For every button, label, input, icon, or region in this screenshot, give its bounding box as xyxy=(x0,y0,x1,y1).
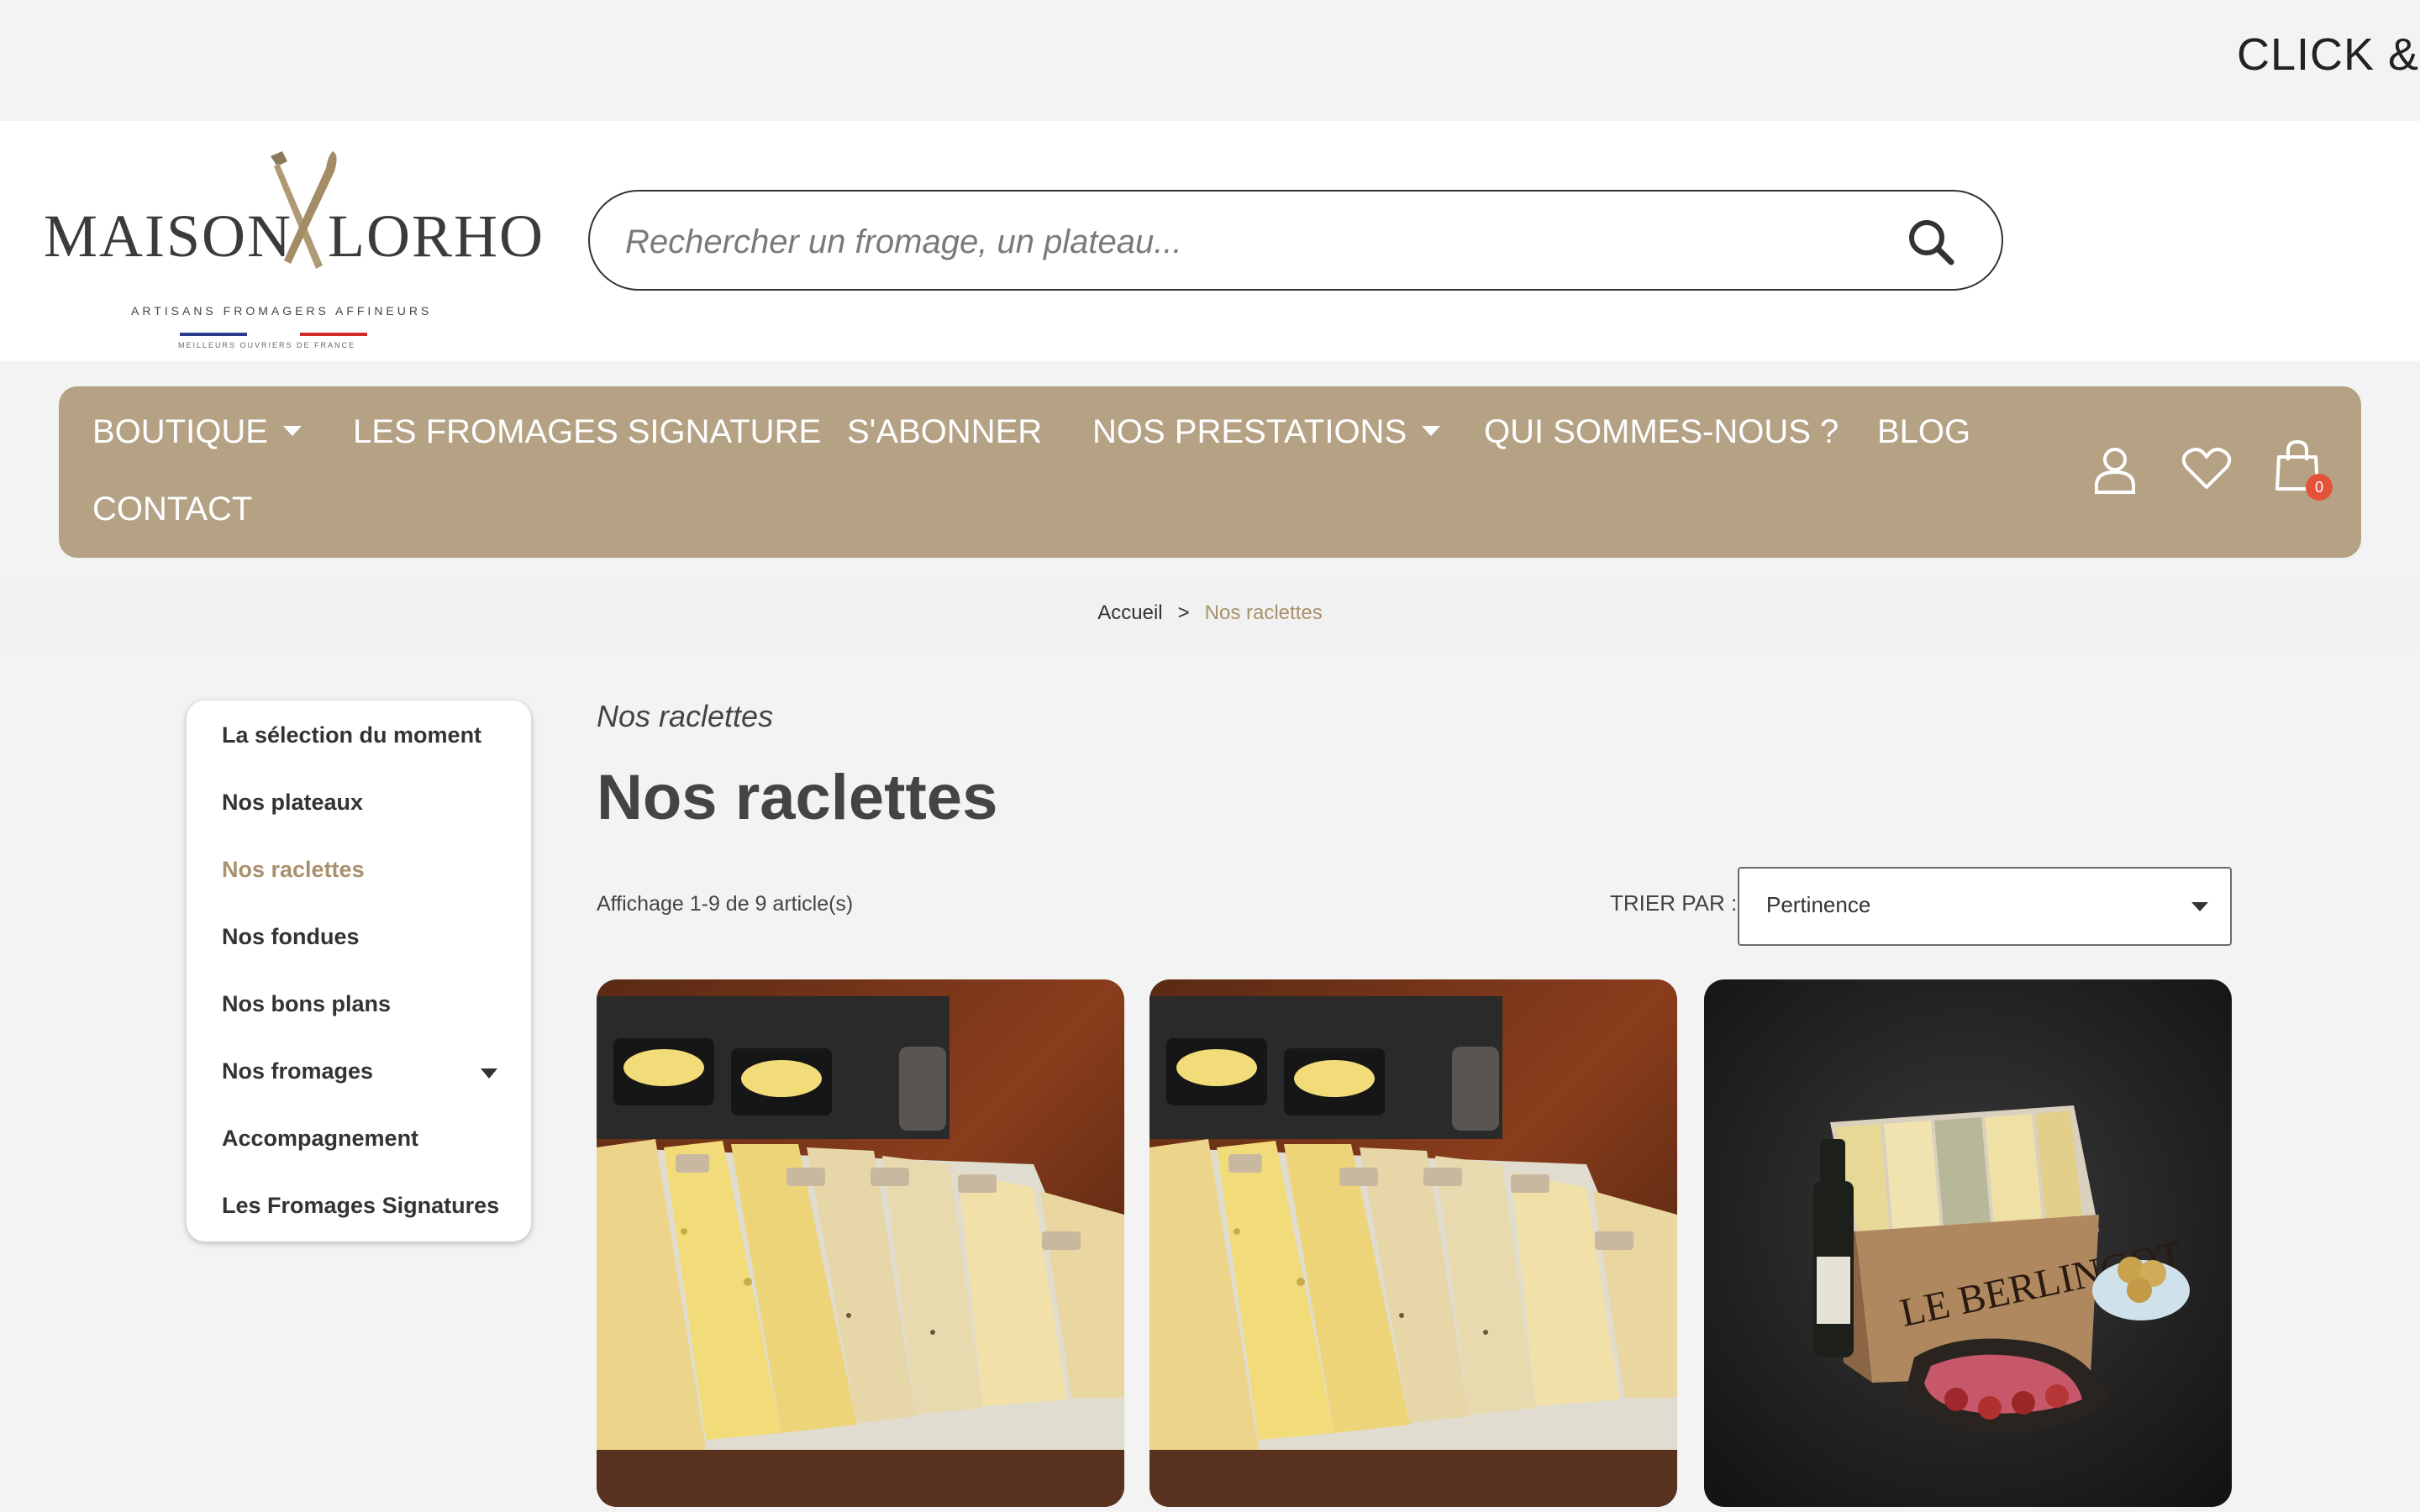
nav-item-boutique[interactable]: BOUTIQUE xyxy=(92,413,302,451)
breadcrumb-separator: > xyxy=(1177,601,1190,624)
logo-flag-red xyxy=(300,333,367,336)
page-title: Nos raclettes xyxy=(597,762,998,833)
category-kicker: Nos raclettes xyxy=(597,699,774,733)
nav-item-prestations[interactable]: NOS PRESTATIONS xyxy=(1092,413,1441,451)
nav-item-label: CONTACT xyxy=(92,491,253,528)
logo-subline: MEILLEURS OUVRIERS DE FRANCE xyxy=(178,341,356,349)
logo-flag-blue xyxy=(180,333,247,336)
sidebar-item-selection[interactable]: La sélection du moment xyxy=(222,722,481,748)
sort-select[interactable]: Pertinence xyxy=(1738,867,2232,946)
sort-select-value: Pertinence xyxy=(1766,892,1871,917)
search-input[interactable] xyxy=(625,217,1886,267)
logo-word-left: MAISON xyxy=(44,202,293,270)
main-nav: BOUTIQUE LES FROMAGES SIGNATURE S'ABONNE… xyxy=(59,386,2361,558)
breadcrumb: Accueil > Nos raclettes xyxy=(0,581,2420,648)
nav-item-qui-sommes-nous[interactable]: QUI SOMMES-NOUS ? xyxy=(1484,413,1839,451)
sidebar-item-fromages-signatures[interactable]: Les Fromages Signatures xyxy=(222,1193,499,1219)
nav-item-blog[interactable]: BLOG xyxy=(1877,413,1970,451)
account-button[interactable] xyxy=(2092,445,2138,498)
promo-banner: CLICK & C xyxy=(0,0,2420,121)
product-card-image[interactable] xyxy=(1150,979,1677,1507)
nav-item-label: BOUTIQUE xyxy=(92,413,268,450)
product-card-image[interactable]: LE BERLINGOT xyxy=(1704,979,2232,1507)
site-header: MAISON LORHO ARTISANS FROMAGERS AFFINEUR… xyxy=(0,121,2420,361)
chevron-down-icon xyxy=(282,426,302,437)
chevron-down-icon xyxy=(2191,902,2208,911)
logo[interactable]: MAISON LORHO ARTISANS FROMAGERS AFFINEUR… xyxy=(44,146,543,349)
sidebar-item-bons-plans[interactable]: Nos bons plans xyxy=(222,991,391,1017)
nav-item-label: LES FROMAGES SIGNATURE xyxy=(353,413,822,450)
sidebar-item-fromages[interactable]: Nos fromages xyxy=(222,1058,373,1084)
user-icon xyxy=(2095,448,2135,494)
chevron-down-icon[interactable] xyxy=(481,1068,497,1079)
breadcrumb-current: Nos raclettes xyxy=(1204,601,1323,624)
results-count: Affichage 1-9 de 9 article(s) xyxy=(597,892,854,916)
raclette-platter-photo xyxy=(1150,979,1677,1507)
raclette-platter-photo xyxy=(597,979,1124,1507)
heart-icon xyxy=(2181,448,2232,489)
cart-button[interactable]: 0 xyxy=(2274,438,2333,501)
nav-item-contact[interactable]: CONTACT xyxy=(92,491,252,528)
nav-item-sabonner[interactable]: S'ABONNER xyxy=(847,413,1042,451)
search-bar xyxy=(588,190,2003,291)
chevron-down-icon xyxy=(1422,426,1441,437)
promo-banner-text: CLICK & C xyxy=(2237,29,2420,80)
nav-item-label: S'ABONNER xyxy=(847,413,1043,450)
nav-item-label: BLOG xyxy=(1877,413,1971,450)
sidebar-item-plateaux[interactable]: Nos plateaux xyxy=(222,790,363,816)
logo-tagline: ARTISANS FROMAGERS AFFINEURS xyxy=(131,304,433,318)
sidebar-item-fondues[interactable]: Nos fondues xyxy=(222,924,360,950)
search-icon xyxy=(1909,220,1954,265)
nav-item-label: QUI SOMMES-NOUS ? xyxy=(1484,413,1839,450)
category-sidebar: La sélection du moment Nos plateaux Nos … xyxy=(187,701,531,1242)
search-button[interactable] xyxy=(1904,215,1958,269)
sidebar-item-accompagnement[interactable]: Accompagnement xyxy=(222,1126,418,1152)
nav-item-label: NOS PRESTATIONS xyxy=(1092,413,1407,450)
nav-item-fromages-signature[interactable]: LES FROMAGES SIGNATURE xyxy=(353,413,821,451)
product-card-image[interactable] xyxy=(597,979,1124,1507)
cart-count-badge: 0 xyxy=(2306,474,2333,501)
sidebar-item-raclettes[interactable]: Nos raclettes xyxy=(222,857,365,883)
logo-word-right: LORHO xyxy=(328,202,544,270)
breadcrumb-home-link[interactable]: Accueil xyxy=(1097,601,1162,624)
berlingot-box-photo: LE BERLINGOT xyxy=(1704,979,2232,1507)
wishlist-button[interactable] xyxy=(2181,447,2232,495)
sort-label: TRIER PAR : xyxy=(1610,890,1738,916)
